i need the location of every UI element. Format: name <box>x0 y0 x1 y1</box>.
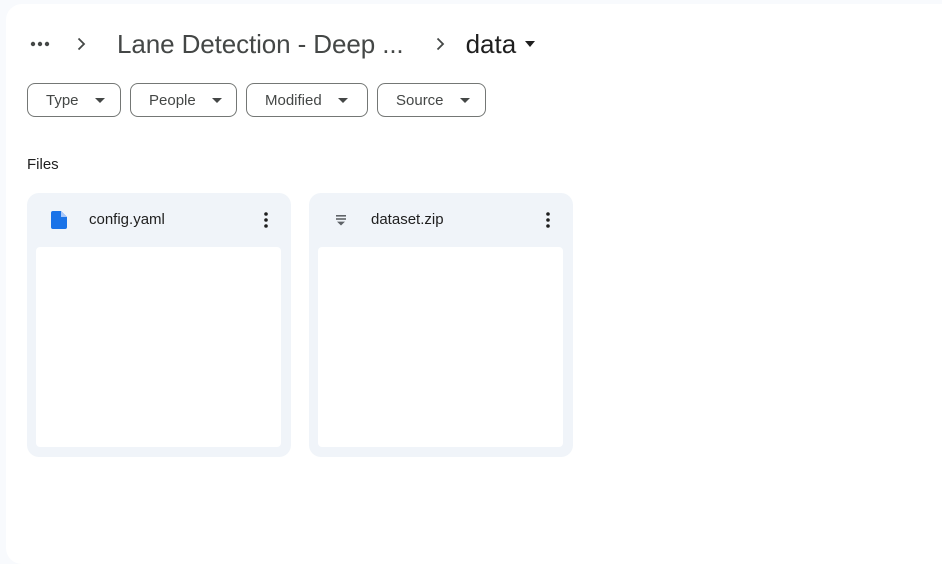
arrow-drop-down-icon <box>459 95 470 105</box>
filter-type-chip[interactable]: Type <box>27 83 121 117</box>
arrow-drop-down-icon <box>337 95 348 105</box>
breadcrumb-current-folder[interactable]: data <box>466 29 537 60</box>
breadcrumb: Lane Detection - Deep ... data <box>24 26 536 62</box>
breadcrumb-parent-folder[interactable]: Lane Detection - Deep ... <box>117 29 404 60</box>
chip-label: Modified <box>265 91 322 109</box>
file-thumbnail <box>36 247 281 447</box>
arrow-drop-down-icon <box>524 38 536 50</box>
file-card-config-yaml[interactable]: config.yaml <box>27 193 291 457</box>
filter-chips: Type People Modified Source <box>27 83 486 117</box>
chip-label: People <box>149 91 196 109</box>
archive-icon <box>331 210 351 230</box>
breadcrumb-current-label: data <box>465 28 517 59</box>
chip-label: Source <box>396 91 444 109</box>
file-name: dataset.zip <box>371 211 444 228</box>
filter-people-chip[interactable]: People <box>130 83 237 117</box>
more-vert-icon[interactable] <box>251 205 281 235</box>
chevron-right-icon <box>66 32 96 56</box>
more-horiz-icon[interactable] <box>24 28 56 60</box>
file-card-dataset-zip[interactable]: dataset.zip <box>309 193 573 457</box>
filter-modified-chip[interactable]: Modified <box>246 83 368 117</box>
files-section-title: Files <box>27 156 59 173</box>
file-grid: config.yaml dataset.zip <box>27 193 573 457</box>
main-panel: Lane Detection - Deep ... data Type Peop… <box>6 4 942 564</box>
arrow-drop-down-icon <box>211 95 222 105</box>
arrow-drop-down-icon <box>94 95 105 105</box>
more-vert-icon[interactable] <box>533 205 563 235</box>
file-thumbnail <box>318 247 563 447</box>
document-icon <box>49 210 69 230</box>
filter-source-chip[interactable]: Source <box>377 83 486 117</box>
file-card-header: config.yaml <box>27 193 291 247</box>
chevron-right-icon <box>425 32 455 56</box>
file-card-header: dataset.zip <box>309 193 573 247</box>
chip-label: Type <box>46 91 79 109</box>
file-name: config.yaml <box>89 211 165 228</box>
